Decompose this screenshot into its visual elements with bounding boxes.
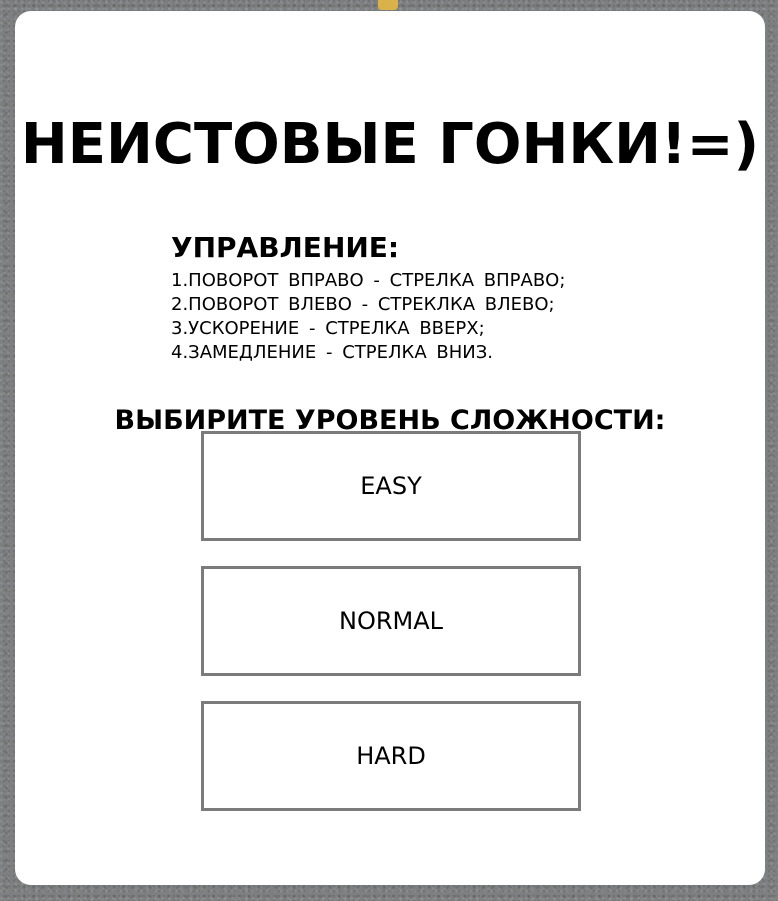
easy-button-label: EASY bbox=[360, 472, 422, 500]
controls-section: УПРАВЛЕНИЕ: 1.ПОВОРОТ ВПРАВО - СТРЕЛКА В… bbox=[171, 229, 565, 365]
controls-heading: УПРАВЛЕНИЕ: bbox=[171, 231, 400, 264]
hard-button[interactable]: HARD bbox=[201, 701, 581, 811]
hard-button-label: HARD bbox=[356, 742, 426, 770]
game-title: НЕИСТОВЫЕ ГОНКИ!=) bbox=[20, 112, 760, 177]
normal-button-label: NORMAL bbox=[338, 607, 443, 635]
easy-button[interactable]: EASY bbox=[201, 431, 581, 541]
controls-item-accelerate: 3.УСКОРЕНИЕ - СТРЕЛКА ВВЕРХ; bbox=[171, 318, 485, 339]
controls-list: 1.ПОВОРОТ ВПРАВО - СТРЕЛКА ВПРАВО; 2.ПОВ… bbox=[171, 269, 565, 365]
normal-button[interactable]: NORMAL bbox=[201, 566, 581, 676]
controls-item-turn-left: 2.ПОВОРОТ ВЛЕВО - СТРЕКЛКА ВЛЕВО; bbox=[171, 294, 555, 315]
road-lane-marking bbox=[378, 0, 398, 10]
controls-item-turn-right: 1.ПОВОРОТ ВПРАВО - СТРЕЛКА ВПРАВО; bbox=[171, 270, 566, 291]
controls-item-decelerate: 4.ЗАМЕДЛЕНИЕ - СТРЕЛКА ВНИЗ. bbox=[171, 342, 493, 363]
menu-panel: НЕИСТОВЫЕ ГОНКИ!=) УПРАВЛЕНИЕ: 1.ПОВОРОТ… bbox=[15, 11, 765, 885]
